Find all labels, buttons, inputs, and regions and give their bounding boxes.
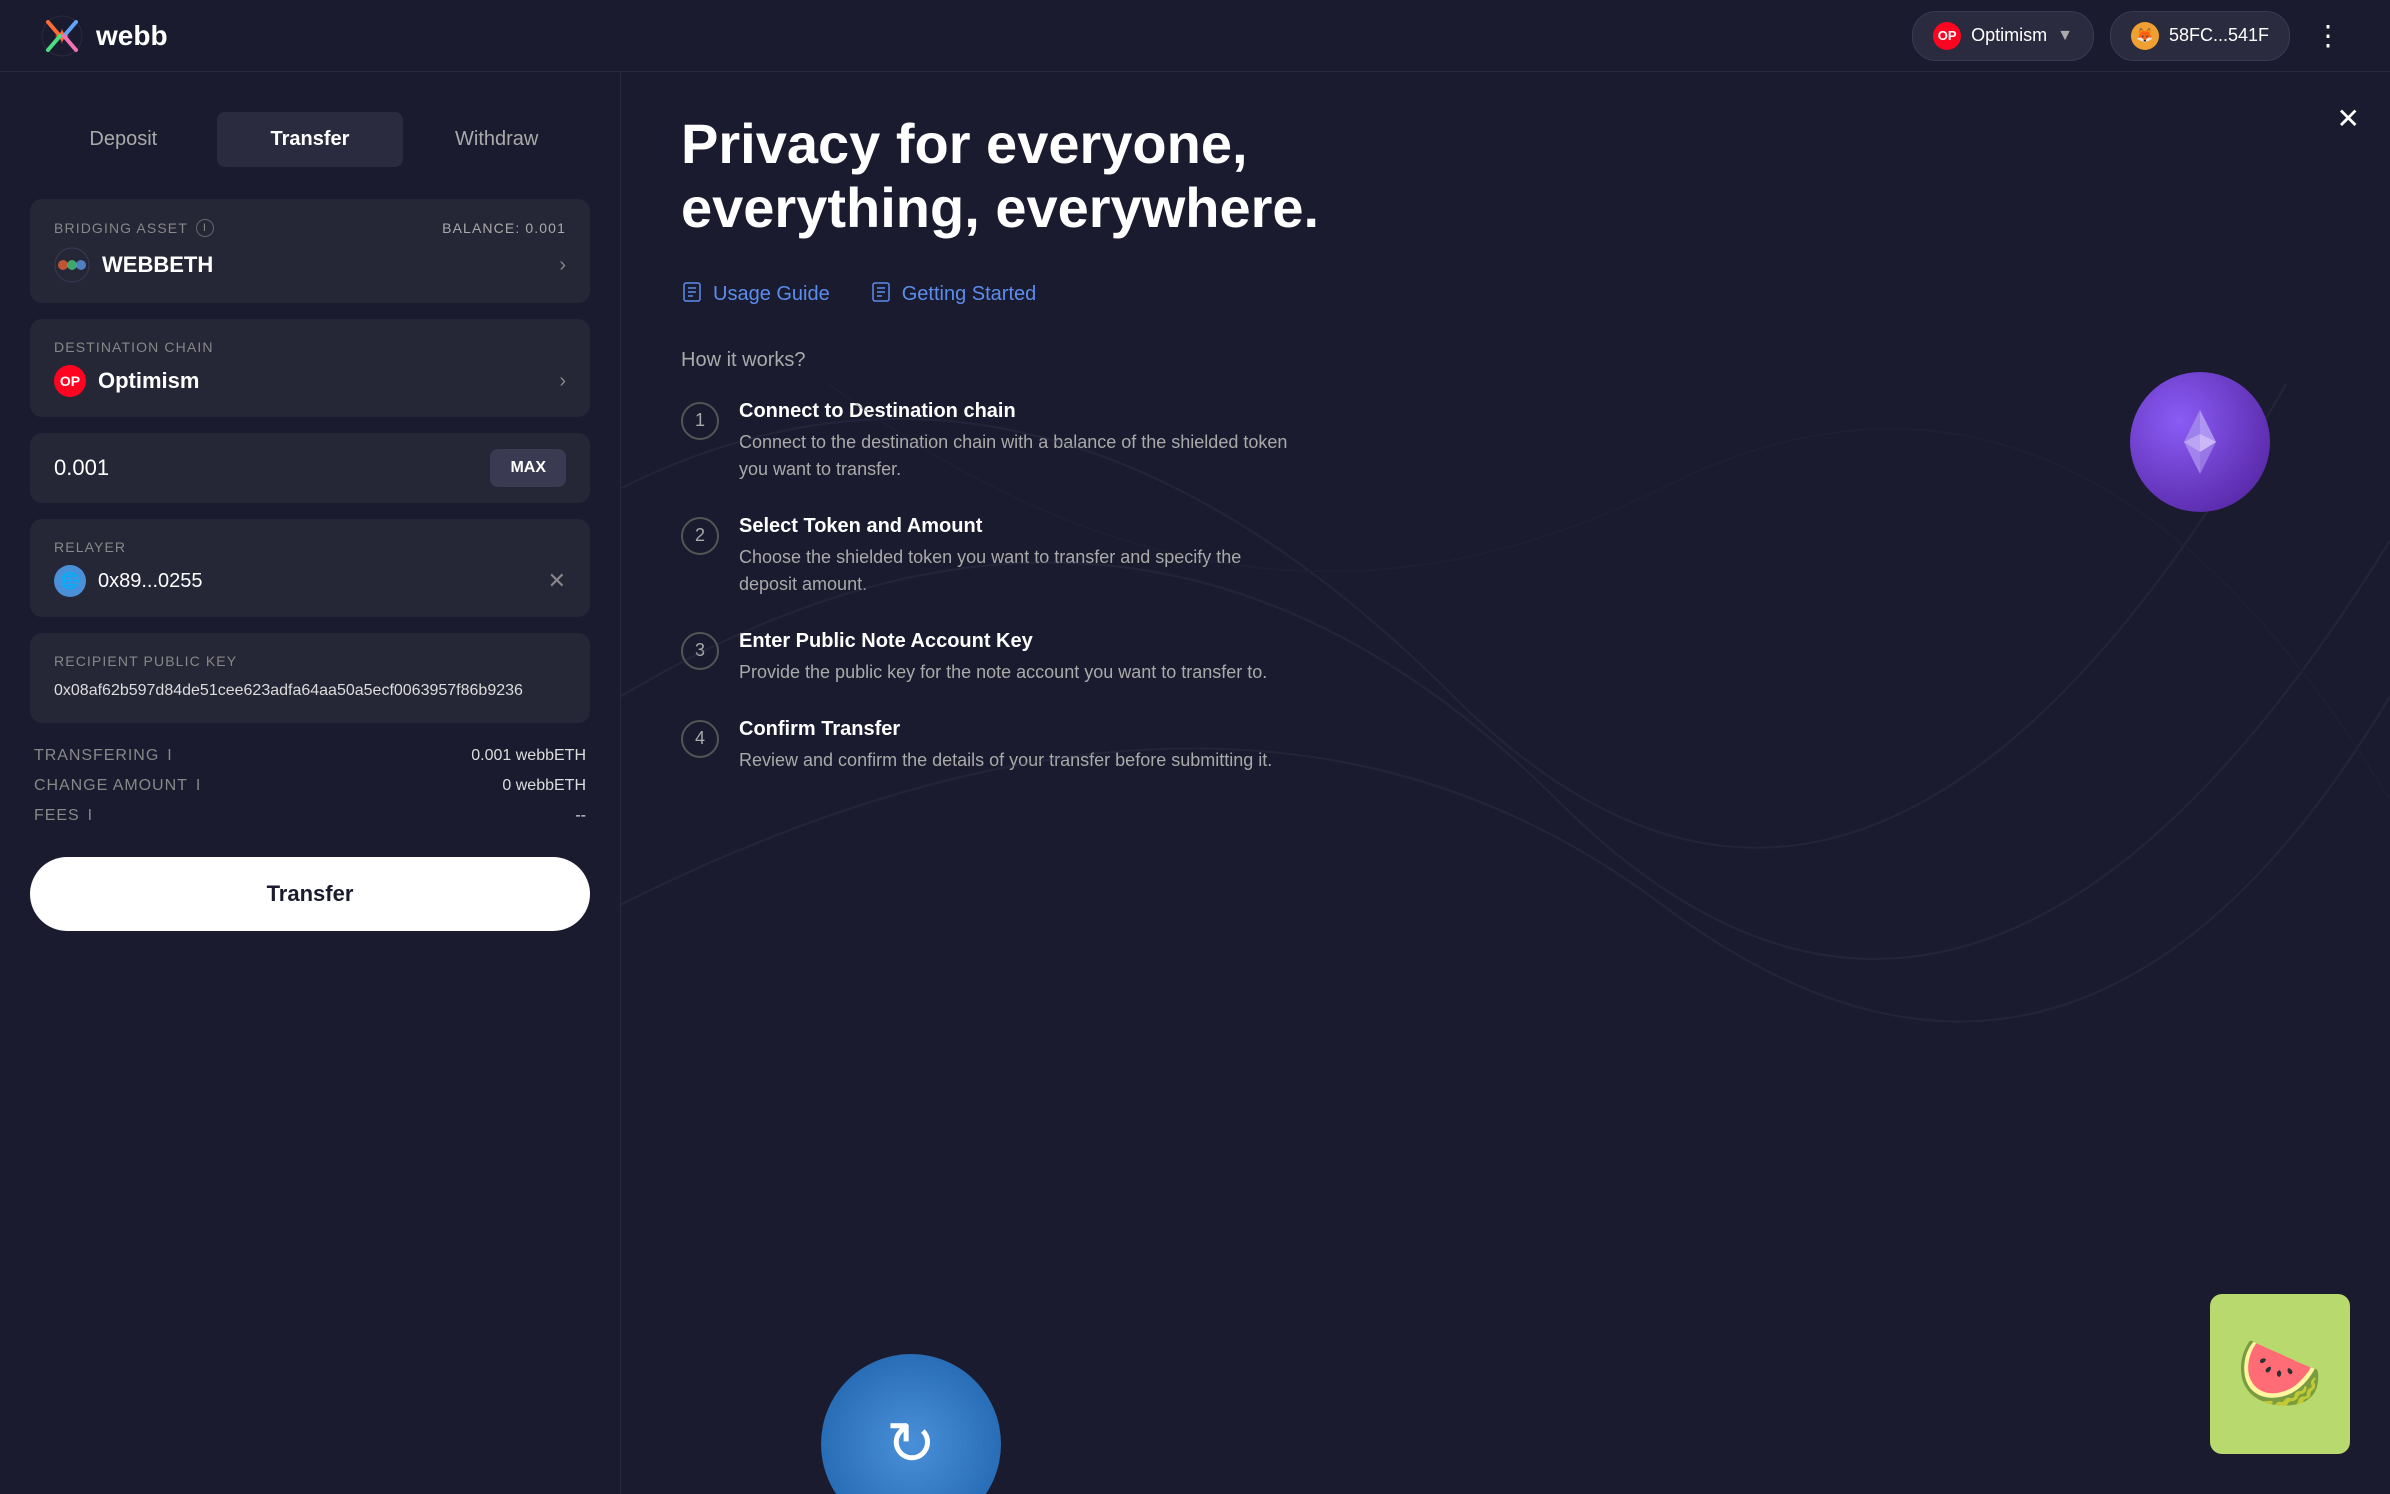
transferring-row: TRANSFERING i 0.001 webbETH (34, 747, 586, 765)
relayer-card: RELAYER 🌐 0x89...0255 ✕ (30, 519, 590, 617)
destination-chain-card[interactable]: DESTINATION CHAIN OP Optimism › (30, 319, 590, 417)
step-2-desc: Choose the shielded token you want to tr… (739, 544, 1299, 598)
transferring-value: 0.001 webbETH (471, 747, 586, 765)
webbeth-icon (54, 247, 90, 283)
step-3-desc: Provide the public key for the note acco… (739, 659, 1267, 686)
relayer-info: 🌐 0x89...0255 (54, 565, 203, 597)
header-right: OP Optimism ▼ 🦊 58FC...541F ⋮ (1912, 11, 2350, 61)
usage-guide-link[interactable]: Usage Guide (681, 281, 830, 309)
change-value: 0 webbETH (502, 777, 586, 795)
bridging-asset-card: BRIDGING ASSET i BALANCE: 0.001 WEBBETH … (30, 199, 590, 303)
fees-row: FEES i -- (34, 807, 586, 825)
info-icon[interactable]: i (167, 747, 172, 765)
chevron-down-icon: ▼ (2057, 27, 2073, 45)
header: ✦ webb OP Optimism ▼ 🦊 58FC...541F ⋮ (0, 0, 2390, 72)
chain-row: OP Optimism › (54, 365, 566, 397)
bridging-asset-label: BRIDGING ASSET i BALANCE: 0.001 (54, 219, 566, 237)
asset-info: WEBBETH (54, 247, 213, 283)
step-4-number: 4 (681, 720, 719, 758)
more-options-button[interactable]: ⋮ (2306, 11, 2350, 60)
change-amount-label: CHANGE AMOUNT i (34, 777, 201, 795)
eth-sphere (2130, 372, 2270, 512)
step-3: 3 Enter Public Note Account Key Provide … (681, 630, 2330, 686)
step-1-number: 1 (681, 402, 719, 440)
relayer-icon: 🌐 (54, 565, 86, 597)
fees-label: FEES i (34, 807, 93, 825)
eth-logo-svg (2160, 402, 2240, 482)
destination-chain-label: DESTINATION CHAIN (54, 339, 566, 355)
step-2-title: Select Token and Amount (739, 515, 1299, 538)
step-2: 2 Select Token and Amount Choose the shi… (681, 515, 2330, 598)
how-it-works-label: How it works? (681, 349, 2330, 372)
steps-list: 1 Connect to Destination chain Connect t… (681, 400, 2330, 774)
refresh-icon: ↻ (886, 1409, 936, 1479)
step-4: 4 Confirm Transfer Review and confirm th… (681, 718, 2330, 774)
pubkey-value: 0x08af62b597d84de51cee623adfa64aa50a5ecf… (54, 679, 566, 703)
transferring-label: TRANSFERING i (34, 747, 173, 765)
step-4-title: Confirm Transfer (739, 718, 1272, 741)
info-icon[interactable]: i (196, 219, 214, 237)
step-4-content: Confirm Transfer Review and confirm the … (739, 718, 1272, 774)
amount-card: MAX (30, 433, 590, 503)
step-2-number: 2 (681, 517, 719, 555)
change-amount-row: CHANGE AMOUNT i 0 webbETH (34, 777, 586, 795)
logo-text: webb (96, 20, 168, 52)
webb-logo-icon: ✦ (40, 14, 84, 58)
more-icon: ⋮ (2314, 20, 2342, 51)
recipient-label: RECIPIENT PUBLIC KEY (54, 653, 566, 669)
getting-started-link[interactable]: Getting Started (870, 281, 1037, 309)
info-icon[interactable]: i (196, 777, 201, 795)
step-1-title: Connect to Destination chain (739, 400, 1299, 423)
transfer-summary: TRANSFERING i 0.001 webbETH CHANGE AMOUN… (30, 747, 590, 825)
transfer-button[interactable]: Transfer (30, 857, 590, 931)
amount-input[interactable] (54, 455, 490, 481)
step-1-desc: Connect to the destination chain with a … (739, 429, 1299, 483)
chevron-right-icon: › (559, 254, 566, 277)
step-2-content: Select Token and Amount Choose the shiel… (739, 515, 1299, 598)
fees-value: -- (575, 807, 586, 825)
relayer-row: 🌐 0x89...0255 ✕ (54, 565, 566, 597)
left-panel: Deposit Transfer Withdraw BRIDGING ASSET… (0, 72, 620, 1494)
tab-bar: Deposit Transfer Withdraw (30, 112, 590, 167)
blue-circle-decoration: ↻ (821, 1354, 1001, 1494)
chevron-right-icon: › (559, 370, 566, 393)
wallet-avatar: 🦊 (2131, 22, 2159, 50)
close-icon[interactable]: ✕ (548, 568, 566, 594)
tab-transfer[interactable]: Transfer (217, 112, 404, 167)
network-button[interactable]: OP Optimism ▼ (1912, 11, 2094, 61)
relayer-label: RELAYER (54, 539, 566, 555)
max-button[interactable]: MAX (490, 449, 566, 487)
wallet-button[interactable]: 🦊 58FC...541F (2110, 11, 2290, 61)
op-badge: OP (1933, 22, 1961, 50)
step-3-number: 3 (681, 632, 719, 670)
logo: ✦ webb (40, 14, 168, 58)
recipient-public-key-card: RECIPIENT PUBLIC KEY 0x08af62b597d84de51… (30, 633, 590, 723)
info-icon[interactable]: i (88, 807, 93, 825)
close-panel-button[interactable]: ✕ (2337, 102, 2360, 135)
right-panel: ✕ Privacy for everyone, everything, ever… (621, 72, 2390, 1494)
tab-withdraw[interactable]: Withdraw (403, 112, 590, 167)
tab-deposit[interactable]: Deposit (30, 112, 217, 167)
chain-info: OP Optimism (54, 365, 199, 397)
asset-row: WEBBETH › (54, 247, 566, 283)
optimism-chain-icon: OP (54, 365, 86, 397)
usage-guide-icon (681, 281, 703, 309)
step-4-desc: Review and confirm the details of your t… (739, 747, 1272, 774)
watermelon-character: 🍉 (2210, 1294, 2350, 1454)
step-1-content: Connect to Destination chain Connect to … (739, 400, 1299, 483)
step-1: 1 Connect to Destination chain Connect t… (681, 400, 2330, 483)
guide-links: Usage Guide Getting Started (681, 281, 2330, 309)
step-3-content: Enter Public Note Account Key Provide th… (739, 630, 1267, 686)
step-3-title: Enter Public Note Account Key (739, 630, 1267, 653)
getting-started-icon (870, 281, 892, 309)
privacy-title: Privacy for everyone, everything, everyw… (681, 112, 1381, 241)
main-content: Deposit Transfer Withdraw BRIDGING ASSET… (0, 0, 2390, 1494)
